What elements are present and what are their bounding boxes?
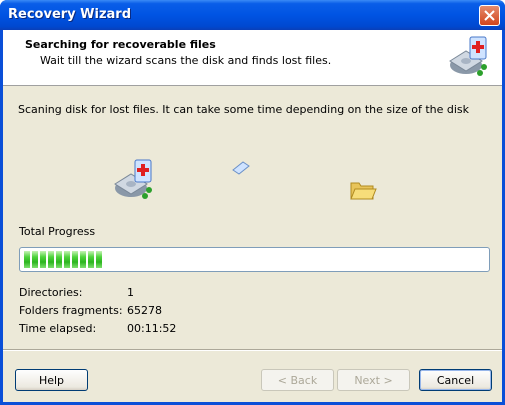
scan-description: Scaning disk for lost files. It can take… — [18, 103, 470, 116]
progress-segment — [56, 251, 62, 268]
progress-segment — [96, 251, 102, 268]
window-title: Recovery Wizard — [8, 7, 132, 22]
stat-label: Folders fragments: — [19, 304, 123, 317]
footer-separator — [3, 349, 502, 351]
stat-value: 00:11:52 — [127, 322, 177, 335]
progress-segment — [48, 251, 54, 268]
progress-segment — [64, 251, 70, 268]
disk-recovery-icon — [114, 159, 152, 199]
stat-value: 1 — [127, 286, 134, 299]
next-button[interactable]: Next > — [337, 369, 410, 391]
stat-time-elapsed: Time elapsed: 00:11:52 — [19, 322, 176, 335]
cancel-button[interactable]: Cancel — [419, 369, 492, 391]
progress-fill — [24, 251, 485, 268]
wizard-window: Recovery Wizard Searching for recoverabl… — [0, 0, 505, 405]
total-progress-bar — [19, 247, 490, 272]
stat-label: Time elapsed: — [19, 322, 97, 335]
progress-segment — [72, 251, 78, 268]
progress-label: Total Progress — [19, 225, 96, 238]
progress-segment — [40, 251, 46, 268]
folder-icon — [350, 182, 377, 200]
wizard-header: Searching for recoverable files Wait til… — [3, 30, 502, 86]
progress-segment — [24, 251, 30, 268]
stat-folder-fragments: Folders fragments: 65278 — [19, 304, 162, 317]
header-title: Searching for recoverable files — [25, 38, 216, 51]
progress-segment — [80, 251, 86, 268]
wizard-body: Searching for recoverable files Wait til… — [3, 30, 502, 402]
progress-segment — [88, 251, 94, 268]
title-bar: Recovery Wizard — [0, 0, 505, 30]
close-button[interactable] — [479, 5, 500, 26]
stat-label: Directories: — [19, 286, 83, 299]
disk-recovery-icon — [449, 36, 487, 76]
flying-document-icon — [232, 161, 250, 175]
progress-segment — [32, 251, 38, 268]
close-icon — [484, 10, 495, 21]
stat-value: 65278 — [127, 304, 162, 317]
back-button[interactable]: < Back — [261, 369, 334, 391]
header-subtitle: Wait till the wizard scans the disk and … — [40, 54, 332, 67]
help-button[interactable]: Help — [15, 369, 88, 391]
stat-directories: Directories: 1 — [19, 286, 134, 299]
